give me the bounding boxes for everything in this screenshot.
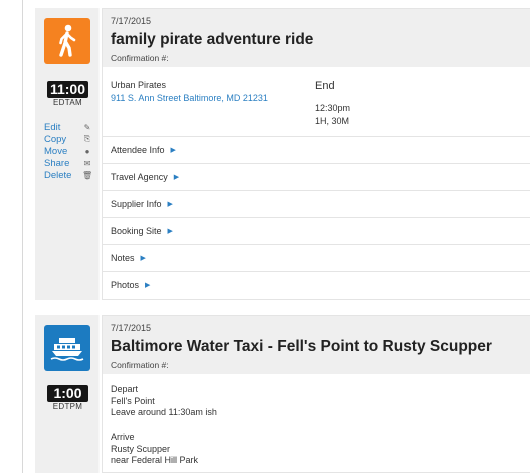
section-label: Travel Agency [111, 172, 168, 182]
copy-action[interactable]: Copy ⎘ [44, 133, 92, 145]
arrive-place: Rusty Scupper [111, 444, 171, 454]
depart-note: Leave around 11:30am ish [111, 407, 217, 417]
vendor-name: Urban Pirates [111, 80, 167, 90]
item-sidebar: 1:00 EDTPM [35, 315, 100, 473]
copy-icon: ⎘ [83, 134, 91, 143]
duration: 1H, 30M [315, 116, 350, 126]
itinerary-item-activity: 11:00 EDTAM Edit ✎ Copy ⎘ Move ● Share ✉… [35, 8, 530, 300]
section-label: Booking Site [111, 226, 162, 236]
item-sidebar: 11:00 EDTAM Edit ✎ Copy ⎘ Move ● Share ✉… [35, 8, 100, 300]
move-icon: ● [84, 146, 90, 156]
section-travel-agency[interactable]: Travel Agency ▶ [103, 163, 530, 190]
depart-label: Depart [111, 384, 139, 394]
item-title[interactable]: family pirate adventure ride [111, 31, 313, 49]
timeline-spine [22, 0, 23, 473]
confirmation-label: Confirmation #: [111, 360, 169, 370]
trash-icon: 🗑 [82, 170, 93, 180]
delete-action[interactable]: Delete 🗑 [44, 169, 92, 181]
section-label: Attendee Info [111, 145, 165, 155]
section-label: Supplier Info [111, 199, 162, 209]
itinerary-item-ferry: 1:00 EDTPM 7/17/2015 Baltimore Water Tax… [35, 315, 530, 473]
start-time-clock: 1:00 [47, 385, 88, 402]
item-header: 7/17/2015 family pirate adventure ride C… [103, 9, 530, 67]
expand-arrow-icon: ▶ [145, 282, 151, 289]
item-date: 7/17/2015 [111, 323, 152, 333]
sidebar-divider [98, 8, 100, 300]
section-supplier-info[interactable]: Supplier Info ▶ [103, 190, 530, 217]
move-action[interactable]: Move ● [44, 145, 92, 157]
section-attendee-info[interactable]: Attendee Info ▶ [103, 136, 530, 163]
item-actions: Edit ✎ Copy ⎘ Move ● Share ✉ Delete 🗑 [44, 121, 92, 181]
ferry-boat-icon [44, 325, 90, 371]
share-action[interactable]: Share ✉ [44, 157, 92, 169]
edit-link[interactable]: Edit [44, 122, 60, 133]
timezone-label: EDTPM [52, 402, 83, 411]
confirmation-label: Confirmation #: [111, 53, 169, 63]
expand-arrow-icon: ▶ [173, 174, 180, 181]
delete-link[interactable]: Delete [44, 170, 71, 181]
section-label: Notes [111, 253, 135, 263]
edit-action[interactable]: Edit ✎ [44, 121, 92, 133]
expand-arrow-icon: ▶ [167, 228, 173, 235]
section-booking-site[interactable]: Booking Site ▶ [103, 217, 530, 244]
pencil-icon: ✎ [83, 122, 91, 132]
move-link[interactable]: Move [44, 146, 67, 157]
item-details: 7/17/2015 Baltimore Water Taxi - Fell's … [102, 315, 530, 473]
expand-arrow-icon: ▶ [170, 147, 176, 154]
vendor-address-link[interactable]: 911 S. Ann Street Baltimore, MD 21231 [111, 93, 268, 103]
end-label: End [315, 80, 335, 92]
depart-place: Fell's Point [111, 396, 155, 406]
arrive-label: Arrive [111, 432, 135, 442]
item-date: 7/17/2015 [111, 16, 152, 26]
expand-arrow-icon: ▶ [167, 201, 173, 208]
section-photos[interactable]: Photos ▶ [103, 271, 530, 298]
section-label: Photos [111, 280, 140, 290]
start-time-clock: 11:00 [47, 81, 88, 98]
item-title[interactable]: Baltimore Water Taxi - Fell's Point to R… [111, 338, 492, 356]
timezone-label: EDTAM [53, 98, 82, 107]
expand-arrow-icon: ▶ [140, 255, 146, 262]
sidebar-divider [98, 315, 100, 473]
copy-link[interactable]: Copy [44, 134, 66, 145]
item-header: 7/17/2015 Baltimore Water Taxi - Fell's … [103, 316, 530, 374]
item-details: 7/17/2015 family pirate adventure ride C… [102, 8, 530, 300]
end-time: 12:30pm [315, 103, 351, 113]
section-notes[interactable]: Notes ▶ [103, 244, 530, 271]
arrive-note: near Federal Hill Park [111, 455, 199, 465]
share-link[interactable]: Share [44, 158, 69, 169]
envelope-icon: ✉ [83, 158, 91, 168]
pedestrian-walking-icon [44, 18, 90, 64]
